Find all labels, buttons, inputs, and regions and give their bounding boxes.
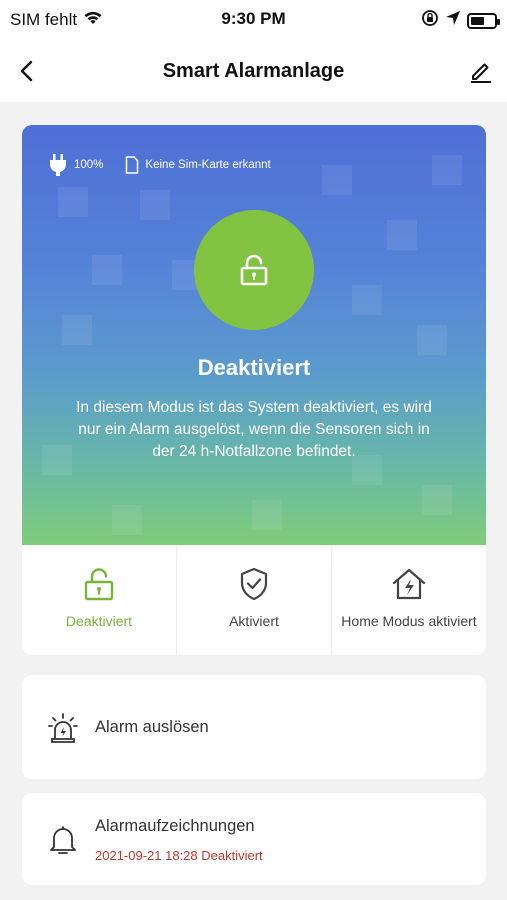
home-alert-icon (392, 568, 426, 600)
status-bar: SIM fehlt 9:30 PM (0, 0, 507, 40)
bell-icon (46, 823, 80, 857)
status-icons (421, 9, 500, 32)
orientation-lock-icon (421, 9, 439, 32)
battery-level (471, 16, 485, 25)
page-title: Smart Alarmanlage (162, 60, 345, 82)
mode-option-home[interactable]: Home Modus aktiviert (332, 545, 486, 655)
state-description: In diesem Modus ist das System deaktivie… (76, 399, 432, 460)
shield-check-icon (240, 567, 268, 601)
device-info-row: 100% Keine Sim-Karte erkannt (48, 153, 271, 177)
latest-record-entry: 2021-09-21 18:28 Deaktiviert (95, 848, 263, 863)
power-plug-icon (50, 154, 66, 176)
status-hero-panel: 100% Keine Sim-Karte erkannt Deaktiviert… (22, 125, 486, 545)
battery-percentage: 100% (74, 159, 104, 171)
sim-status: Keine Sim-Karte erkannt (145, 159, 271, 171)
mode-label: Aktiviert (229, 613, 279, 629)
alarm-records-label: Alarmaufzeichnungen (95, 817, 255, 835)
unlock-icon (240, 254, 268, 286)
pencil-icon (471, 63, 491, 83)
mode-label: Home Modus aktiviert (341, 613, 477, 629)
alarm-records-card[interactable]: Alarmaufzeichnungen 2021-09-21 18:28 Dea… (22, 793, 486, 885)
siren-icon (46, 711, 80, 745)
sim-card-icon (126, 156, 139, 174)
state-title: Deaktiviert (197, 355, 311, 380)
unlock-icon (84, 568, 114, 601)
hero-background-pattern (22, 125, 486, 545)
mode-label: Deaktiviert (65, 613, 133, 629)
mode-option-deaktiviert[interactable]: Deaktiviert (22, 545, 177, 655)
trigger-alarm-card[interactable]: Alarm auslösen (22, 675, 486, 779)
mode-selector: Deaktiviert Aktiviert Home Modus aktivie… (22, 545, 486, 655)
edit-button[interactable] (465, 56, 497, 86)
navigation-bar: Smart Alarmanlage (0, 40, 507, 102)
location-icon (445, 10, 461, 31)
trigger-alarm-label: Alarm auslösen (95, 718, 209, 736)
mode-option-aktiviert[interactable]: Aktiviert (177, 545, 332, 655)
state-lock-button[interactable] (194, 210, 314, 330)
battery-icon (467, 12, 500, 29)
